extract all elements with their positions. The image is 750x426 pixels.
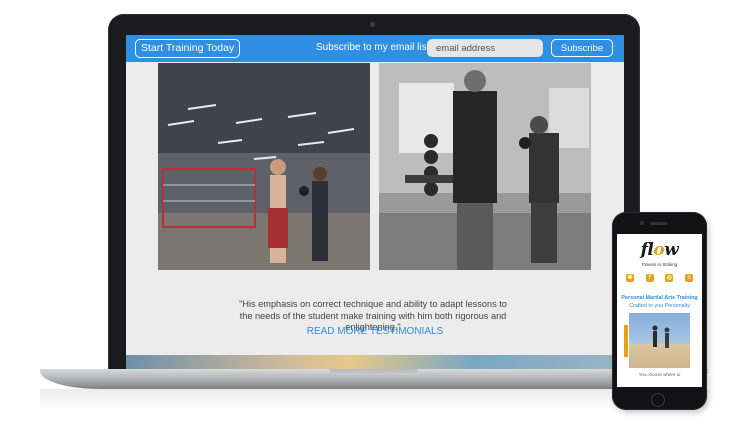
site-header: Start Training Today Subscribe to my ema… [126,35,624,62]
start-training-button[interactable]: Start Training Today [135,39,241,58]
laptop-screen: Start Training Today Subscribe to my ema… [126,35,624,370]
social-icon-row: ✻ f ◎ ≡ [626,274,693,283]
logo-tagline: Fitness in Striking [641,262,678,267]
menu-icon[interactable]: ≡ [684,274,693,282]
mobile-heading: Personal Martial Arts Training [621,295,698,301]
subscribe-button[interactable]: Subscribe [551,39,613,57]
phone-home-button[interactable] [651,393,665,407]
accent-bar [624,325,628,357]
logo-text-end: w [664,240,679,260]
flow-logo[interactable]: flow [617,240,702,260]
phone-speaker [650,222,668,225]
yelp-icon[interactable]: ✻ [626,274,634,282]
mobile-caption: You choose where to [638,372,681,377]
email-input[interactable] [427,39,543,57]
laptop-notch [330,369,418,375]
beach-training-photo [629,313,690,368]
webcam [370,22,375,27]
instagram-icon[interactable]: ◎ [665,274,674,282]
phone-screen: flow Fitness in Striking ✻ f ◎ ≡ Persona… [617,234,702,387]
pad-work-photo [379,63,591,270]
logo-text-accent: o [653,240,665,260]
logo-text-start: fl [640,240,654,260]
phone-camera [640,221,644,225]
gym-training-photo [158,63,370,270]
laptop-reflection [40,389,708,409]
read-more-testimonials-link[interactable]: READ MORE TESTIMONIALS [126,326,624,337]
facebook-icon[interactable]: f [645,274,654,282]
banner-image-strip [126,355,624,370]
subscribe-label: Subscribe to my email list: [316,42,433,53]
mobile-subheading: Crafted to you Personally [629,303,690,309]
